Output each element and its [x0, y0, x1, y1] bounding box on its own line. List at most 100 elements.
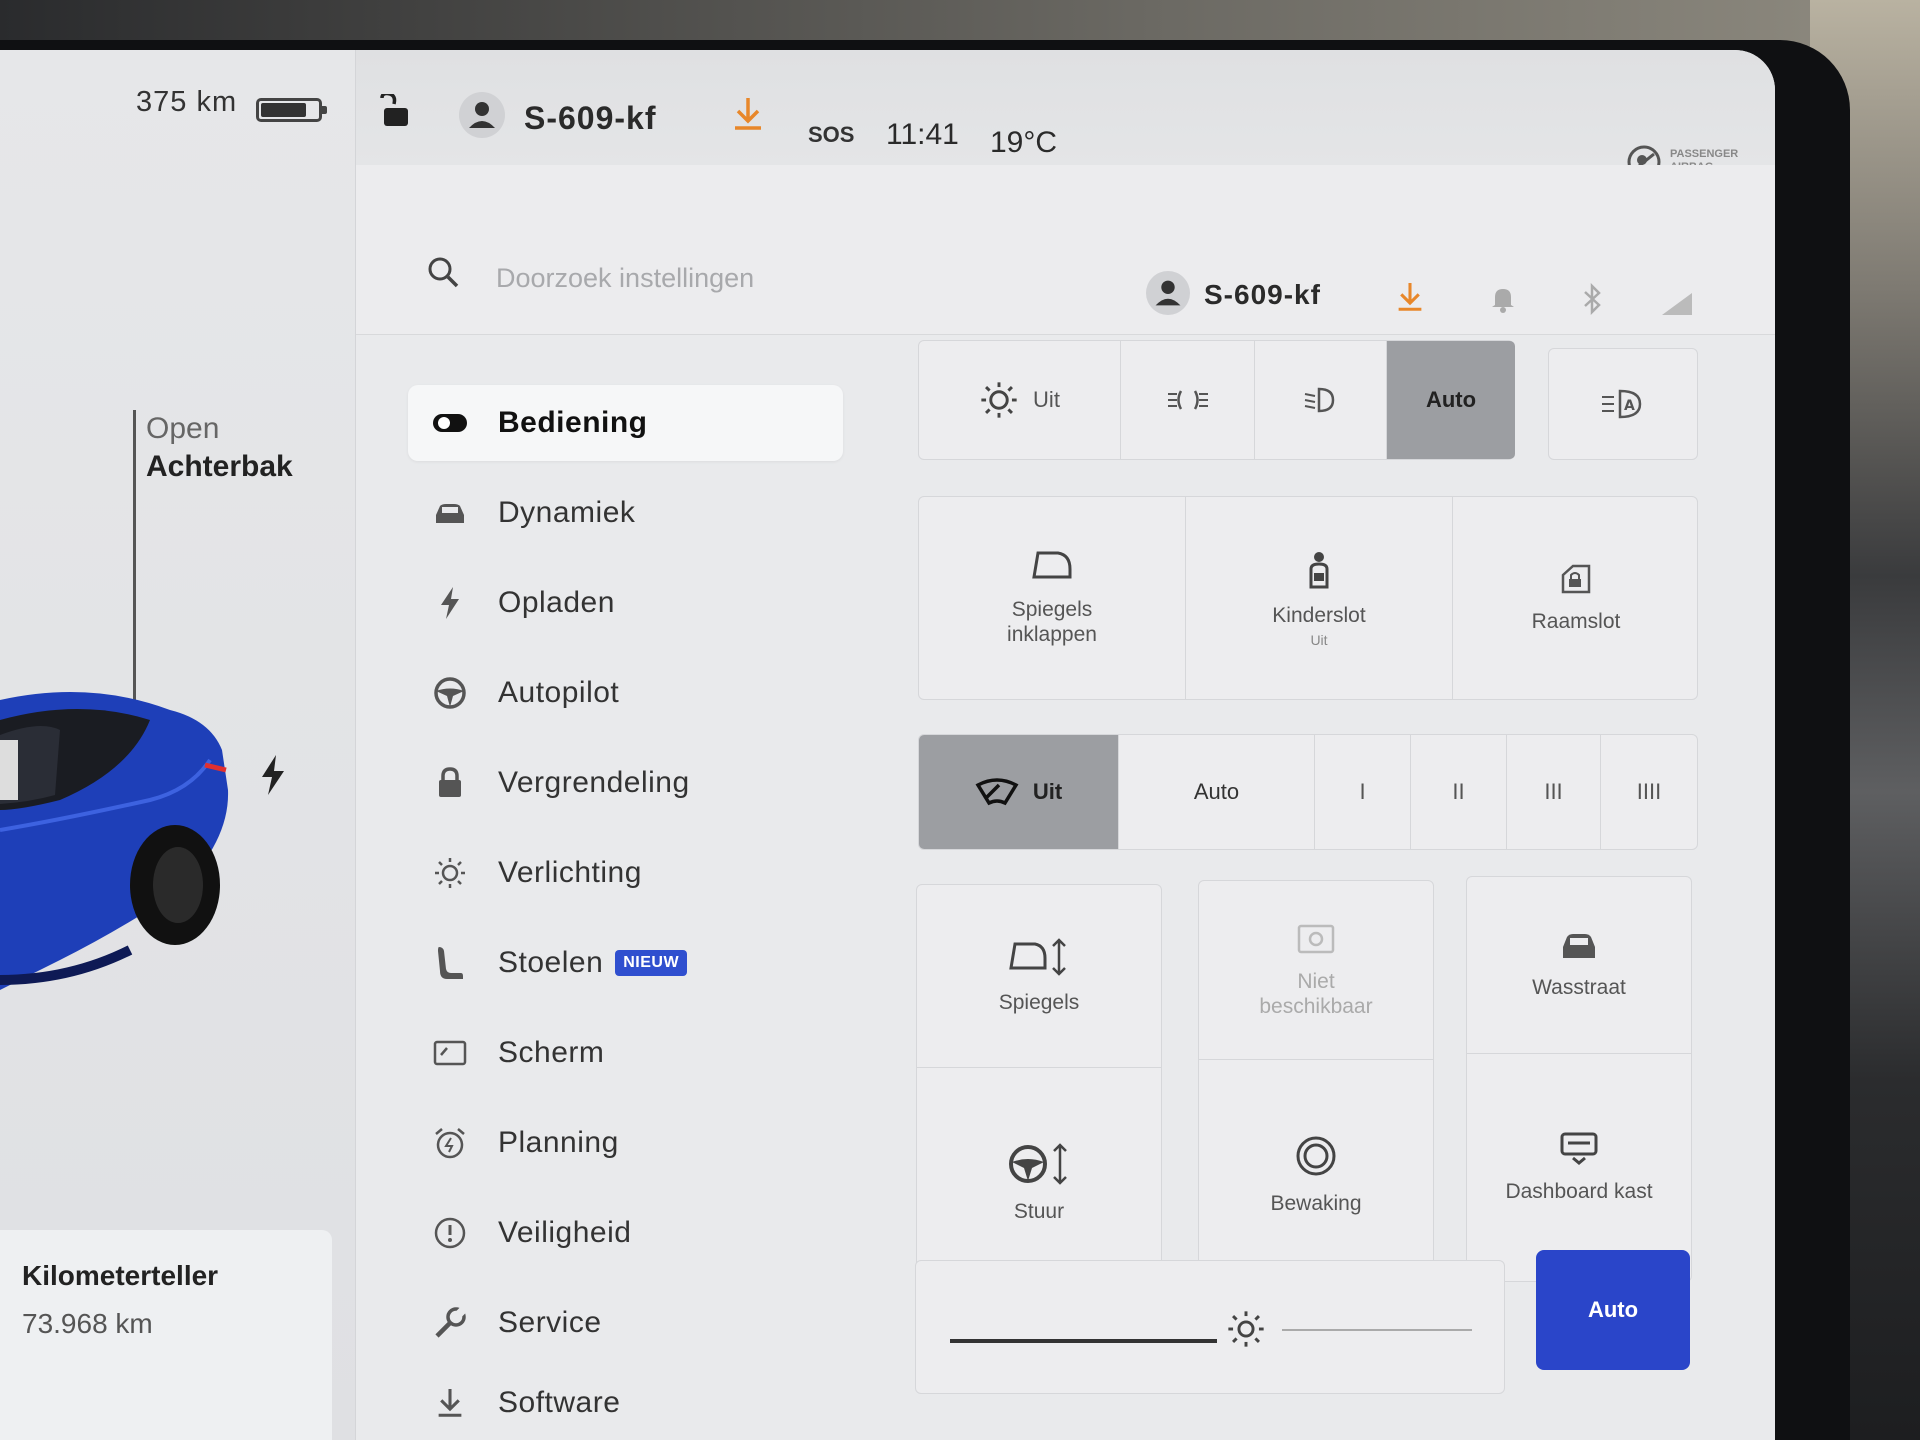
menu-item-stoelen[interactable]: Stoelen NIEUW	[408, 925, 843, 1001]
sos-button[interactable]: SOS	[808, 122, 854, 148]
glovebox-label: Dashboard kast	[1505, 1180, 1653, 1203]
brightness-auto-button[interactable]: Auto	[1536, 1250, 1690, 1370]
alert-circle-icon	[434, 1217, 466, 1249]
battery-icon	[256, 98, 327, 122]
menu-label: Service	[498, 1306, 602, 1339]
menu-item-autopilot[interactable]: Autopilot	[408, 655, 843, 731]
camera-icon	[1297, 924, 1335, 954]
mirrors-adjust-label: Spiegels	[998, 990, 1080, 1014]
menu-item-software[interactable]: Software	[408, 1365, 843, 1440]
person-icon	[469, 102, 495, 128]
odometer-value: 73.968 km	[22, 1308, 153, 1339]
alarm-clock-icon	[435, 1128, 465, 1159]
menu-item-service[interactable]: Service	[408, 1285, 843, 1361]
mirror-adjust-icon	[1009, 937, 1066, 976]
fold-mirrors-button[interactable]: Spiegels inklappen	[919, 497, 1185, 699]
menu-label: Autopilot	[498, 676, 620, 709]
menu-label: Software	[498, 1386, 621, 1419]
steering-adjust-label: Stuur	[1013, 1200, 1065, 1223]
steering-wheel-icon	[434, 677, 466, 709]
profile-name[interactable]: S-609-kf	[524, 100, 657, 137]
display-icon	[433, 1040, 467, 1066]
touchscreen: 375 km Open Achterbak Kilometerteller 73…	[0, 50, 1775, 1440]
download-icon[interactable]	[732, 96, 764, 132]
unlock-icon[interactable]	[376, 94, 412, 130]
sun-icon	[981, 382, 1017, 418]
seat-icon	[438, 947, 463, 979]
wipers-speed-2-option[interactable]: II	[1411, 735, 1507, 849]
menu-item-bediening[interactable]: Bediening	[408, 385, 843, 461]
new-badge: NIEUW	[615, 950, 688, 976]
brightness-sun-icon[interactable]	[1226, 1309, 1266, 1349]
window-lock-button[interactable]: Raamslot	[1453, 497, 1699, 699]
wipers-off-label: Uit	[1032, 779, 1063, 804]
menu-item-scherm[interactable]: Scherm	[408, 1015, 843, 1091]
lights-off-option[interactable]: Uit	[919, 341, 1121, 459]
auto-high-beam-icon: A	[1602, 389, 1642, 419]
unavailable-label: Niet beschikbaar	[1259, 970, 1373, 1018]
clock: 11:41	[886, 118, 959, 151]
open-trunk-button[interactable]: Open Achterbak	[146, 410, 293, 486]
menu-item-veiligheid[interactable]: Veiligheid	[408, 1195, 843, 1271]
parking-lights-icon	[1167, 390, 1208, 410]
battery-fill	[261, 103, 306, 117]
fold-mirrors-label: Spiegels inklappen	[1007, 598, 1097, 646]
svg-text:A: A	[1624, 398, 1635, 414]
notification-bell-icon[interactable]	[1490, 285, 1516, 313]
adjust-column-2: Niet beschikbaar Bewaking	[1198, 880, 1434, 1292]
menu-item-verlichting[interactable]: Verlichting	[408, 835, 843, 911]
wipers-auto-option[interactable]: Auto	[1119, 735, 1315, 849]
wipers-auto-label: Auto	[1193, 779, 1240, 804]
glovebox-button[interactable]: Dashboard kast	[1467, 1054, 1691, 1281]
odometer-card: Kilometerteller 73.968 km	[0, 1230, 332, 1440]
car-wash-icon	[1563, 933, 1595, 958]
auto-high-beam-button[interactable]: A	[1548, 348, 1698, 460]
toggle-icon	[433, 414, 467, 432]
wipers-speed-1-option[interactable]: I	[1315, 735, 1411, 849]
parking-lights-option[interactable]	[1121, 341, 1255, 459]
menu-label: Vergrendeling	[498, 766, 690, 799]
download-icon	[438, 1389, 462, 1417]
adjust-column-3: Wasstraat Dashboard kast	[1466, 876, 1692, 1282]
car-image[interactable]	[0, 680, 240, 1010]
wrench-icon	[435, 1306, 467, 1338]
child-lock-button[interactable]: Kinderslot Uit	[1186, 497, 1452, 699]
person-icon	[1155, 280, 1181, 306]
software-update-icon[interactable]	[1396, 281, 1424, 313]
bluetooth-icon[interactable]	[1582, 283, 1604, 315]
mirrors-adjust-button[interactable]: Spiegels	[917, 885, 1161, 1067]
headlight-mode-control: Uit Auto	[918, 340, 1515, 460]
menu-label: Veiligheid	[498, 1216, 632, 1249]
menu-item-dynamiek[interactable]: Dynamiek	[408, 475, 843, 551]
child-lock-label: Kinderslot	[1272, 603, 1366, 627]
car-wash-button[interactable]: Wasstraat	[1467, 877, 1691, 1053]
header-profile-avatar[interactable]	[1146, 271, 1190, 315]
menu-item-planning[interactable]: Planning	[408, 1105, 843, 1181]
unavailable-button: Niet beschikbaar	[1199, 881, 1433, 1059]
menu-item-opladen[interactable]: Opladen	[408, 565, 843, 641]
brightness-slider[interactable]	[915, 1260, 1505, 1394]
lights-auto-option[interactable]: Auto	[1387, 341, 1515, 459]
header-profile-name[interactable]: S-609-kf	[1204, 279, 1321, 311]
sentry-label: Bewaking	[1270, 1192, 1362, 1215]
settings-search-input[interactable]	[496, 253, 1016, 303]
wipers-speed-3-label: III	[1544, 779, 1563, 804]
charging-bolt-icon	[262, 755, 284, 795]
child-lock-icon	[1309, 551, 1329, 588]
wipers-off-option[interactable]: Uit	[919, 735, 1119, 849]
profile-avatar[interactable]	[459, 92, 505, 138]
sentry-mode-button[interactable]: Bewaking	[1199, 1060, 1433, 1291]
low-beam-option[interactable]	[1255, 341, 1387, 459]
window-lock-label: Raamslot	[1531, 609, 1621, 633]
menu-item-vergrendeling[interactable]: Vergrendeling	[408, 745, 843, 821]
bolt-icon	[441, 587, 459, 619]
wipers-speed-4-option[interactable]: IIII	[1601, 735, 1697, 849]
airbag-text-line-1: PASSENGER	[1670, 148, 1739, 160]
menu-label: Stoelen	[498, 946, 604, 979]
wiper-icon	[975, 778, 1019, 806]
low-beam-icon	[1304, 387, 1334, 413]
car-wash-label: Wasstraat	[1532, 975, 1626, 999]
wipers-speed-3-option[interactable]: III	[1507, 735, 1601, 849]
search-header: S-609-kf	[356, 165, 1775, 335]
brightness-slider-fill	[950, 1339, 1217, 1343]
